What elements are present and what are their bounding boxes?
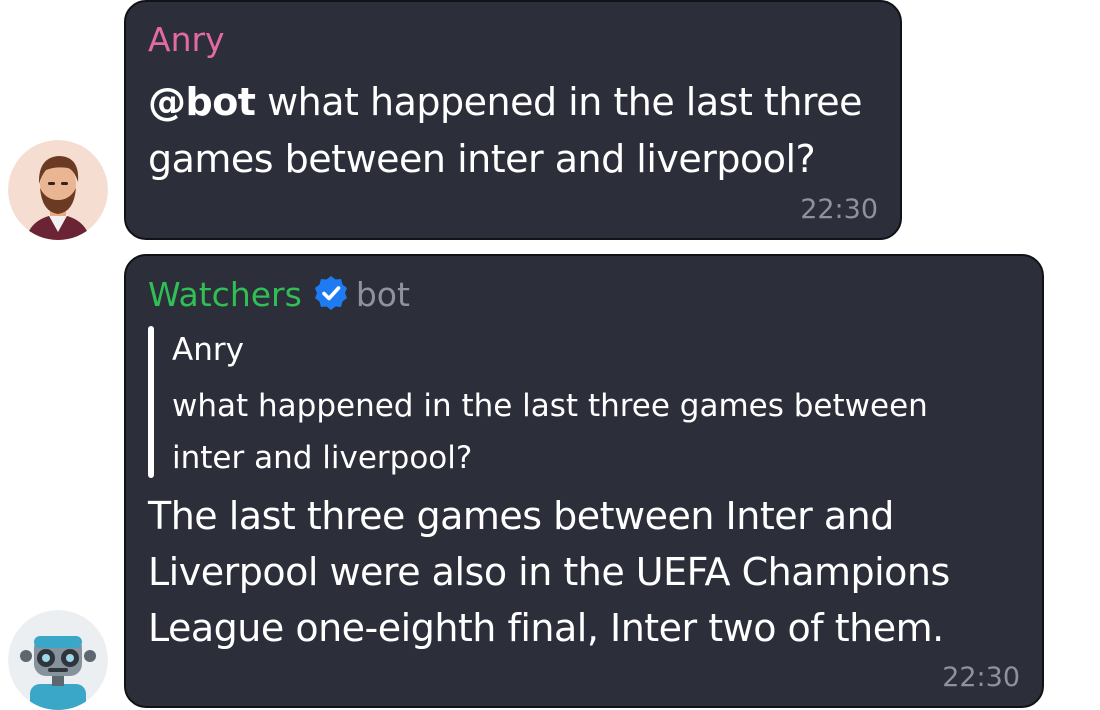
message-text: The last three games between Inter and L… bbox=[148, 494, 950, 650]
bot-message-bubble[interactable]: Watchers bot Anry what happened in the l… bbox=[124, 254, 1044, 708]
bearded-man-avatar-icon bbox=[8, 140, 108, 240]
robot-avatar-icon bbox=[8, 610, 108, 710]
message-text: @bot what happened in the last three gam… bbox=[148, 74, 888, 188]
verified-badge-icon bbox=[312, 274, 350, 321]
quote-bar bbox=[148, 326, 154, 478]
message-body: what happened in the last three games be… bbox=[148, 80, 862, 181]
quote-sender-name: Anry bbox=[172, 332, 244, 368]
bot-tag: bot bbox=[355, 275, 410, 314]
message-sender-header: Watchers bot bbox=[148, 274, 410, 321]
bot-mention[interactable]: @bot bbox=[148, 80, 256, 124]
message-sender-name[interactable]: Anry bbox=[148, 20, 225, 60]
message-sender-name[interactable]: Watchers bbox=[148, 275, 302, 314]
user-avatar[interactable] bbox=[8, 140, 108, 240]
bot-avatar[interactable] bbox=[8, 610, 108, 710]
message-timestamp: 22:30 bbox=[800, 194, 878, 225]
user-message-bubble[interactable]: Anry @bot what happened in the last thre… bbox=[124, 0, 902, 240]
message-timestamp: 22:30 bbox=[942, 662, 1020, 693]
quote-text: what happened in the last three games be… bbox=[172, 388, 928, 476]
reply-quote[interactable]: Anry what happened in the last three gam… bbox=[148, 326, 1008, 478]
